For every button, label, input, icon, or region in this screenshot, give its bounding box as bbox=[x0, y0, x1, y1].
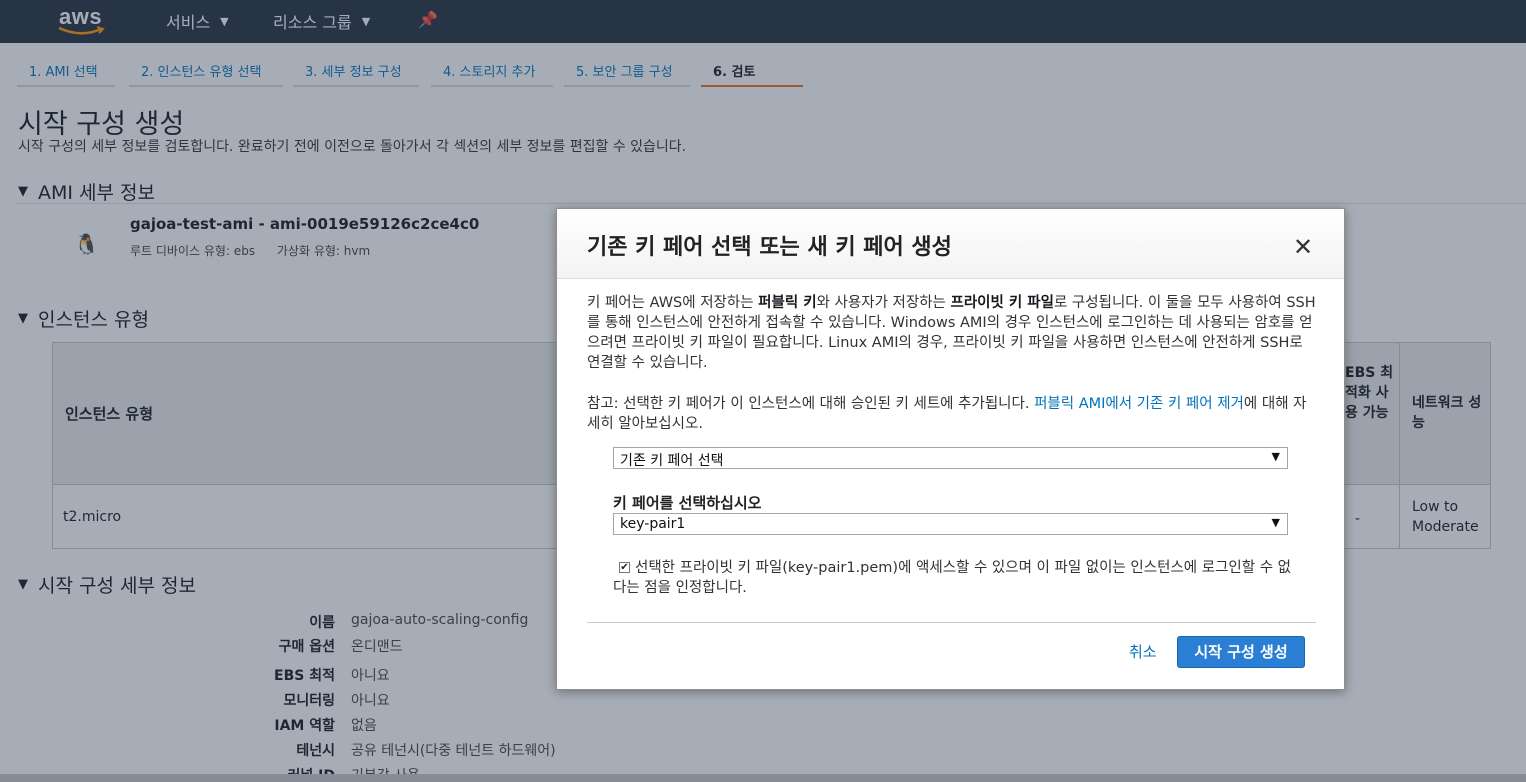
cancel-button[interactable]: 취소 bbox=[1129, 641, 1157, 662]
key-pair-select[interactable]: key-pair1 ▼ bbox=[613, 513, 1288, 535]
dialog-divider bbox=[587, 622, 1316, 623]
dialog-header: 기존 키 페어 선택 또는 새 키 페어 생성 ✕ bbox=[557, 209, 1344, 279]
dialog-title: 기존 키 페어 선택 또는 새 키 페어 생성 bbox=[587, 235, 952, 260]
dialog-note: 참고: 선택한 키 페어가 이 인스턴스에 대해 승인된 키 세트에 추가됩니다… bbox=[587, 394, 1317, 434]
dialog-description: 키 페어는 AWS에 저장하는 퍼블릭 키와 사용자가 저장하는 프라이빗 키 … bbox=[587, 293, 1317, 373]
key-pair-field-label: 키 페어를 선택하십시오 bbox=[613, 494, 762, 512]
desc-private-key-file: 프라이빗 키 파일 bbox=[950, 295, 1054, 311]
create-launch-config-button[interactable]: 시작 구성 생성 bbox=[1177, 636, 1305, 668]
key-pair-value: key-pair1 bbox=[620, 516, 686, 532]
key-pair-mode-value: 기존 키 페어 선택 bbox=[620, 453, 724, 469]
key-pair-dialog: 기존 키 페어 선택 또는 새 키 페어 생성 ✕ 키 페어는 AWS에 저장하… bbox=[556, 208, 1345, 690]
acknowledge-text: 선택한 프라이빗 키 파일(key-pair1.pem)에 액세스할 수 있으며… bbox=[613, 560, 1291, 596]
desc-text: 키 페어는 AWS에 저장하는 bbox=[587, 295, 759, 311]
remove-key-pair-link[interactable]: 퍼블릭 AMI에서 기존 키 페어 제거 bbox=[1034, 396, 1244, 412]
key-pair-mode-select[interactable]: 기존 키 페어 선택 ▼ bbox=[613, 447, 1288, 469]
dropdown-arrow-icon: ▼ bbox=[1271, 450, 1280, 463]
dropdown-arrow-icon: ▼ bbox=[1271, 516, 1280, 529]
desc-public-key: 퍼블릭 키 bbox=[758, 295, 817, 311]
desc-text: 와 사용자가 저장하는 bbox=[816, 295, 951, 311]
close-icon[interactable]: ✕ bbox=[1293, 233, 1313, 261]
note-text: 참고: 선택한 키 페어가 이 인스턴스에 대해 승인된 키 세트에 추가됩니다… bbox=[587, 396, 1035, 412]
acknowledge-checkbox[interactable]: ✔ bbox=[619, 562, 630, 573]
